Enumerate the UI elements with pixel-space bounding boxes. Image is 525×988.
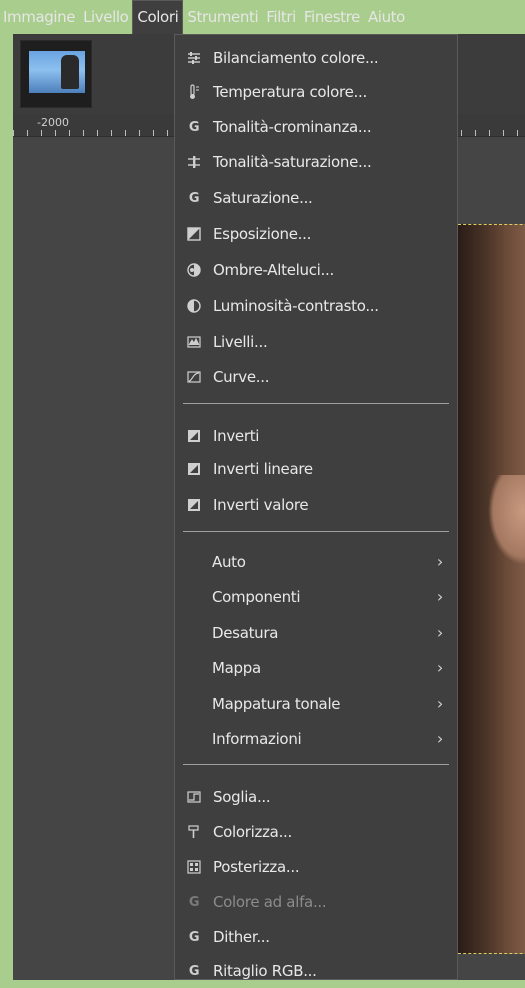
- menu-filtri[interactable]: Filtri: [262, 0, 300, 34]
- menu-item-soglia[interactable]: Soglia...: [175, 780, 457, 814]
- menu-separator: [183, 764, 449, 765]
- menu-item-componenti[interactable]: Componenti ›: [175, 580, 457, 614]
- menu-separator: [183, 403, 449, 404]
- menu-item-ritaglio-rgb[interactable]: G Ritaglio RGB...: [175, 954, 457, 988]
- menu-item-label: Colorizza...: [213, 823, 292, 841]
- menu-item-colorizza[interactable]: Colorizza...: [175, 815, 457, 849]
- menu-item-label: Tonalità-saturazione...: [213, 153, 372, 171]
- menu-item-label: Componenti: [212, 588, 301, 606]
- menu-item-luminosita-contrasto[interactable]: Luminosità-contrasto...: [175, 289, 457, 323]
- colorize-icon: [186, 824, 202, 840]
- menu-item-label: Mappa: [212, 659, 261, 677]
- menu-item-label: Curve...: [213, 368, 270, 386]
- menu-item-dither[interactable]: G Dither...: [175, 920, 457, 954]
- canvas-photo[interactable]: [458, 224, 525, 954]
- chevron-right-icon: ›: [436, 658, 443, 677]
- invert-icon: [186, 497, 202, 513]
- levels-icon: [186, 334, 202, 350]
- g-icon: G: [188, 963, 200, 979]
- threshold-icon: [186, 789, 202, 805]
- menu-item-label: Luminosità-contrasto...: [213, 297, 379, 315]
- menu-item-label: Livelli...: [213, 333, 268, 351]
- invert-icon: [186, 461, 202, 477]
- menu-item-desatura[interactable]: Desatura ›: [175, 616, 457, 650]
- menu-item-tonalita-saturazione[interactable]: Tonalità-saturazione...: [175, 145, 457, 179]
- menu-item-informazioni[interactable]: Informazioni ›: [175, 722, 457, 756]
- menu-item-label: Esposizione...: [213, 225, 312, 243]
- menu-item-temperatura-colore[interactable]: Temperatura colore...: [175, 75, 457, 109]
- menu-item-bilanciamento-colore[interactable]: Bilanciamento colore...: [175, 41, 457, 75]
- menu-item-livelli[interactable]: Livelli...: [175, 325, 457, 359]
- menu-finestre[interactable]: Finestre: [300, 0, 364, 34]
- g-icon: G: [188, 119, 200, 135]
- menu-item-label: Mappatura tonale: [212, 695, 341, 713]
- curves-icon: [186, 369, 202, 385]
- menu-item-label: Inverti valore: [213, 496, 309, 514]
- menu-item-label: Tonalità-crominanza...: [213, 118, 372, 136]
- g-icon: G: [188, 190, 200, 206]
- menu-item-auto[interactable]: Auto ›: [175, 545, 457, 579]
- color-balance-icon: [186, 50, 202, 66]
- g-icon: G: [188, 929, 200, 945]
- menu-item-colore-ad-alfa[interactable]: G Colore ad alfa...: [175, 885, 457, 919]
- hue-saturation-icon: [186, 154, 202, 170]
- menu-item-posterizza[interactable]: Posterizza...: [175, 850, 457, 884]
- menu-item-label: Colore ad alfa...: [213, 893, 327, 911]
- thumbnail-image: [29, 51, 85, 93]
- image-thumbnail-tab[interactable]: [20, 40, 92, 108]
- ruler-label: -2000: [37, 116, 69, 129]
- menu-item-inverti-valore[interactable]: Inverti valore: [175, 488, 457, 522]
- g-icon: G: [188, 894, 200, 910]
- menu-item-mappa[interactable]: Mappa ›: [175, 651, 457, 685]
- menu-item-label: Ombre-Alteluci...: [213, 261, 334, 279]
- menu-item-saturazione[interactable]: G Saturazione...: [175, 181, 457, 215]
- menu-item-label: Inverti: [213, 427, 260, 445]
- menu-item-curve[interactable]: Curve...: [175, 360, 457, 394]
- chevron-right-icon: ›: [436, 587, 443, 606]
- menu-item-label: Inverti lineare: [213, 460, 313, 478]
- menu-item-label: Ritaglio RGB...: [213, 962, 317, 980]
- menu-item-label: Informazioni: [212, 730, 302, 748]
- brightness-contrast-icon: [186, 298, 202, 314]
- exposure-icon: [186, 226, 202, 242]
- menu-item-label: Auto: [212, 553, 246, 571]
- menu-item-esposizione[interactable]: Esposizione...: [175, 217, 457, 251]
- menu-colori[interactable]: Colori: [132, 0, 184, 34]
- chevron-right-icon: ›: [436, 729, 443, 748]
- menu-item-label: Temperatura colore...: [213, 83, 367, 101]
- menu-item-label: Soglia...: [213, 788, 271, 806]
- menu-item-label: Desatura: [212, 624, 279, 642]
- menubar: Immagine Livello Colori Strumenti Filtri…: [0, 0, 525, 34]
- menu-item-label: Bilanciamento colore...: [213, 49, 379, 67]
- menu-item-ombre-alteluci[interactable]: Ombre-Alteluci...: [175, 253, 457, 287]
- shadows-highlights-icon: [186, 262, 202, 278]
- posterize-icon: [186, 859, 202, 875]
- menu-livello[interactable]: Livello: [79, 0, 132, 34]
- chevron-right-icon: ›: [436, 694, 443, 713]
- menu-item-inverti-lineare[interactable]: Inverti lineare: [175, 452, 457, 486]
- menu-item-label: Saturazione...: [213, 189, 313, 207]
- menu-item-label: Dither...: [213, 928, 270, 946]
- menu-immagine[interactable]: Immagine: [0, 0, 79, 34]
- menu-item-inverti[interactable]: Inverti: [175, 419, 457, 453]
- menu-item-label: Posterizza...: [213, 858, 300, 876]
- colori-dropdown-menu: Bilanciamento colore... Temperatura colo…: [174, 34, 458, 980]
- menu-aiuto[interactable]: Aiuto: [364, 0, 409, 34]
- chevron-right-icon: ›: [436, 552, 443, 571]
- menu-item-tonalita-crominanza[interactable]: G Tonalità-crominanza...: [175, 110, 457, 144]
- menu-separator: [183, 531, 449, 532]
- chevron-right-icon: ›: [436, 623, 443, 642]
- thermometer-icon: [186, 84, 202, 100]
- menu-strumenti[interactable]: Strumenti: [183, 0, 262, 34]
- invert-icon: [186, 428, 202, 444]
- menu-item-mappatura-tonale[interactable]: Mappatura tonale ›: [175, 687, 457, 721]
